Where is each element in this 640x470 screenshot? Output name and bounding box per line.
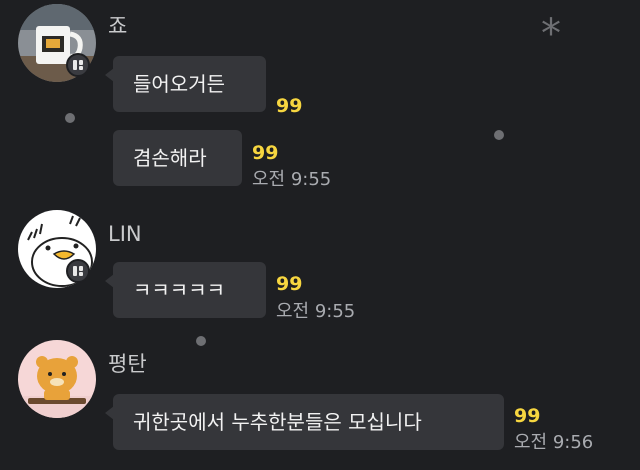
unread-count: 99 [276,95,303,117]
message-bubble[interactable]: 들어오거든 [105,56,266,112]
decor-dot [494,130,504,140]
message-text: 귀한곳에서 누추한분들은 모십니다 [133,410,422,434]
pc-badge-icon [66,259,90,283]
lion-avatar [18,340,96,418]
sender-name: 죠 [108,14,128,38]
message-text: 겸손해라 [133,146,207,170]
sender-name: LIN [108,222,142,246]
message-text: 들어오거든 [133,72,225,96]
unread-count: 99 [276,273,303,295]
message-bubble[interactable]: ㅋㅋㅋㅋㅋ [105,262,266,318]
chat-window: * 죠 들어오거든 99 겸손해라 99 오전 9:55 LIN ㅋㅋㅋㅋㅋ 9… [0,0,640,470]
decor-dot [196,336,206,346]
message-time: 오전 9:55 [276,301,356,322]
pc-badge-icon [66,53,90,77]
message-text: ㅋㅋㅋㅋㅋ [133,278,225,302]
sender-name: 평탄 [108,352,147,376]
unread-count: 99 [514,405,541,427]
unread-count: 99 [252,142,279,164]
message-time: 오전 9:56 [514,432,594,453]
message-bubble[interactable]: 귀한곳에서 누추한분들은 모십니다 [105,394,504,450]
avatar-pyeongtan[interactable] [18,340,96,418]
message-bubble[interactable]: 겸손해라 [113,130,242,186]
message-time: 오전 9:55 [252,169,332,190]
decor-dot [65,113,75,123]
asterisk-icon: * [541,11,561,57]
